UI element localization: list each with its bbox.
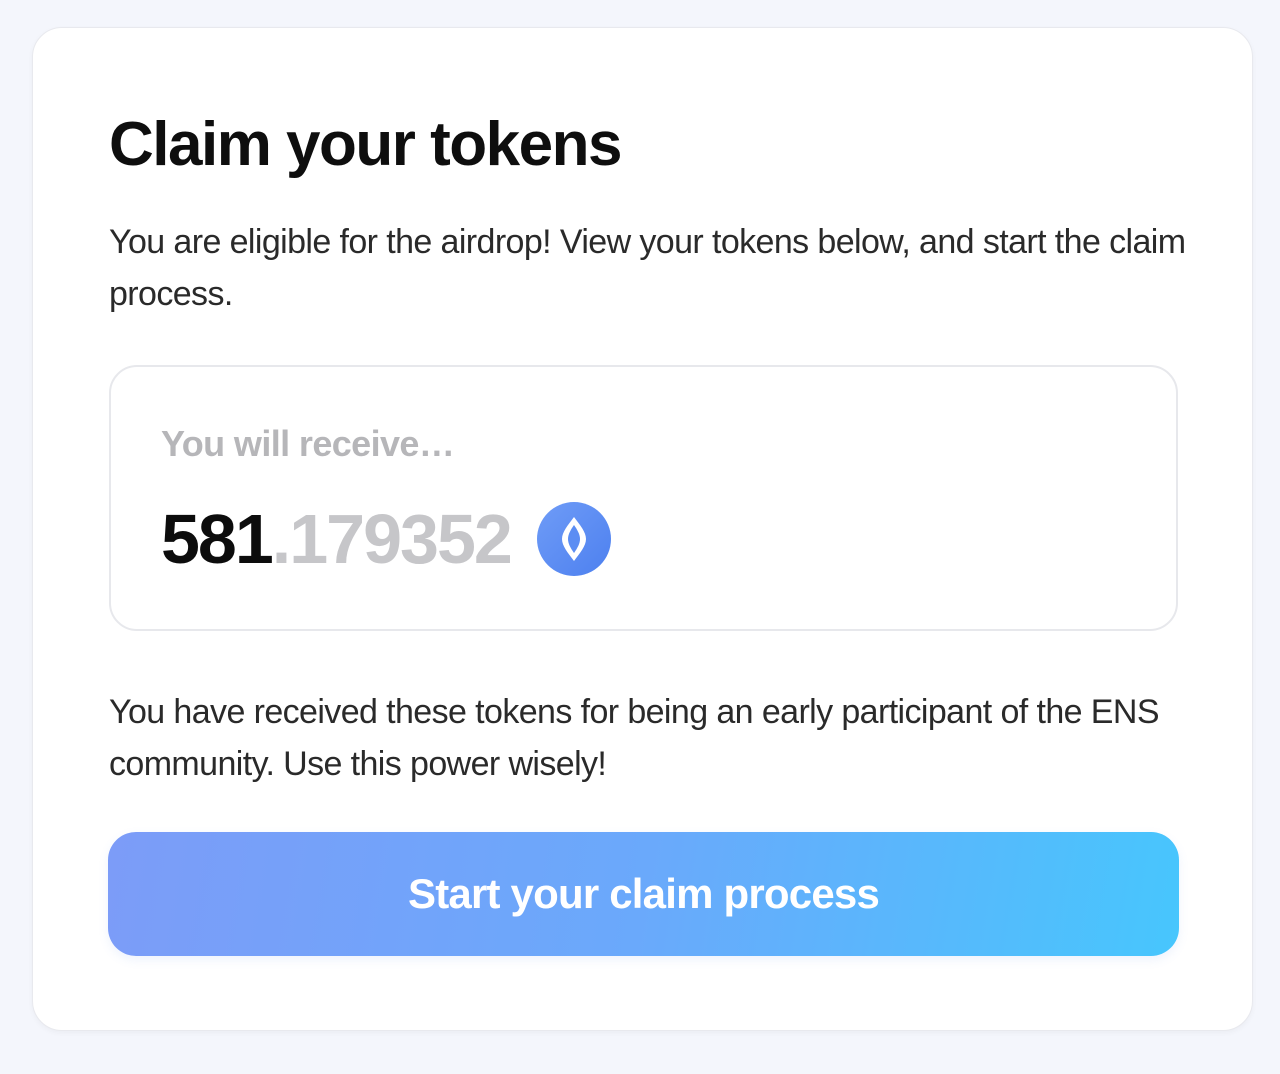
page-title: Claim your tokens	[109, 110, 622, 179]
receive-label: You will receive…	[161, 423, 455, 464]
reward-description: You have received these tokens for being…	[109, 693, 1160, 783]
token-amount: 581.179352	[161, 500, 611, 578]
token-amount-panel: You will receive… 581.179352	[109, 365, 1178, 631]
eligibility-description: You are eligible for the airdrop! View y…	[109, 223, 1186, 313]
start-claim-button[interactable]: Start your claim process	[108, 832, 1179, 956]
ens-token-icon	[536, 502, 611, 576]
claim-card: Claim your tokens You are eligible for t…	[32, 27, 1253, 1031]
token-amount-integer: 581	[161, 500, 274, 578]
token-amount-decimal: .179352	[271, 500, 513, 578]
